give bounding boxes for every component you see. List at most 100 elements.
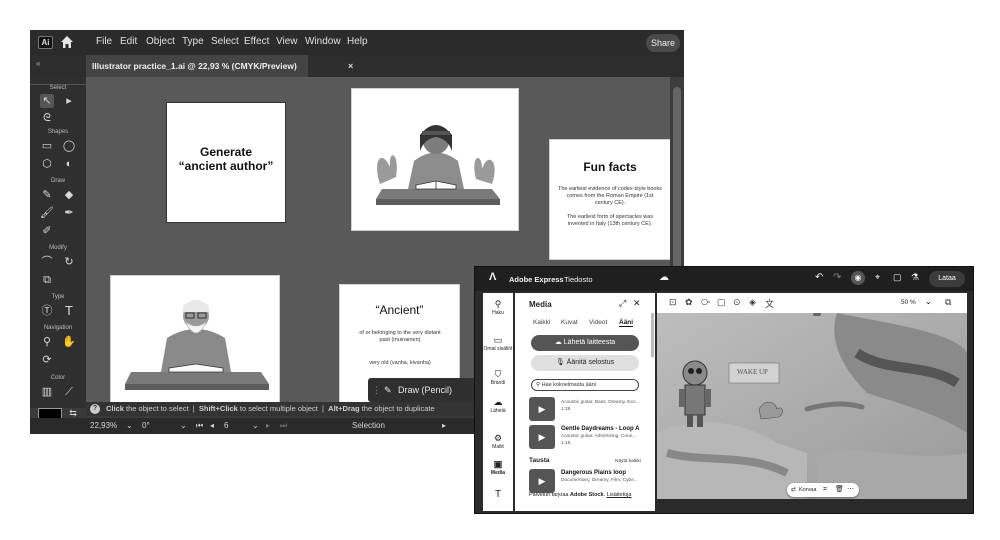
- zoom-level[interactable]: 50 %: [901, 299, 916, 306]
- camera-icon[interactable]: ⊙: [733, 297, 741, 308]
- learn-more-link[interactable]: Lisätietoja: [607, 492, 632, 498]
- artboard-old-author-illustration[interactable]: [110, 275, 280, 408]
- close-icon[interactable]: ✕: [633, 298, 641, 309]
- tab-all[interactable]: Kaikki: [533, 319, 550, 326]
- zoom-level[interactable]: 22,93%: [90, 418, 117, 434]
- artboard-number[interactable]: 6: [224, 418, 228, 434]
- delete-icon[interactable]: 🗑: [835, 483, 844, 497]
- close-icon[interactable]: ×: [348, 55, 353, 77]
- eyedropper-tool-icon[interactable]: ⟋: [62, 385, 76, 399]
- lasso-tool-icon[interactable]: ᘓ: [40, 111, 54, 125]
- ellipse-tool-icon[interactable]: ◯: [62, 139, 76, 153]
- menu-edit[interactable]: Edit: [120, 36, 137, 47]
- curvature-tool-icon[interactable]: ✐: [40, 224, 54, 238]
- audio-item[interactable]: ▶ Acoustic guitar, Bass, Dreamy, Exo... …: [529, 397, 651, 423]
- rectangle-icon[interactable]: ▢: [717, 297, 726, 308]
- menu-select[interactable]: Select: [211, 36, 239, 47]
- artboard-author-illustration[interactable]: [351, 88, 519, 231]
- replace-button[interactable]: Korvaa: [799, 483, 816, 497]
- audio-item[interactable]: ▶ Gentle Daydreams - Loop A Acoustic gui…: [529, 425, 651, 451]
- menu-object[interactable]: Object: [146, 36, 175, 47]
- next-artboard-icon[interactable]: ▸: [266, 418, 270, 434]
- palette-icon[interactable]: ✿: [685, 297, 693, 308]
- audio-search-input[interactable]: ⚲ Hae kokoelmasta ääni: [531, 379, 639, 391]
- play-icon[interactable]: ▶: [529, 425, 555, 449]
- adobe-express-logo-icon[interactable]: Ʌ: [489, 271, 496, 283]
- rotate-tool-icon[interactable]: ↻: [62, 255, 76, 269]
- shape-builder-icon[interactable]: ◐: [62, 157, 76, 171]
- tab-images[interactable]: Kuvat: [561, 319, 578, 326]
- comment-icon[interactable]: ▢: [893, 272, 902, 283]
- replace-icon[interactable]: ⇄: [791, 483, 796, 497]
- collapse-icon[interactable]: «: [36, 59, 40, 68]
- download-button[interactable]: Lataa: [929, 271, 965, 287]
- blend-tool-icon[interactable]: ⧉: [40, 273, 54, 287]
- share-button[interactable]: Share: [646, 34, 680, 52]
- redo-icon[interactable]: ↷: [833, 272, 841, 283]
- menu-effect[interactable]: Effect: [244, 36, 269, 47]
- page-handle[interactable]: [813, 313, 821, 316]
- pen-tool-icon[interactable]: ✒: [62, 206, 76, 220]
- zoom-tool-icon[interactable]: ⚲: [40, 335, 54, 349]
- pencil-tool-icon[interactable]: ✎: [40, 188, 54, 202]
- rail-item-text[interactable]: T: [483, 489, 513, 500]
- menu-type[interactable]: Type: [182, 36, 204, 47]
- rail-item-my-content[interactable]: ▭ Omat sisällöt: [483, 335, 513, 352]
- draw-pencil-panel[interactable]: ⋮ ✎ Draw (Pencil): [368, 378, 476, 402]
- paintbrush-tool-icon[interactable]: 🖌: [40, 206, 54, 220]
- menu-view[interactable]: View: [276, 36, 298, 47]
- eraser-tool-icon[interactable]: ◆: [62, 188, 76, 202]
- type-tool-icon[interactable]: T: [62, 304, 76, 318]
- flask-icon[interactable]: ⚗: [911, 272, 919, 283]
- home-icon[interactable]: [60, 35, 74, 49]
- rail-item-brand[interactable]: ⛉ Brändi: [483, 369, 513, 386]
- expand-icon[interactable]: ⤢: [619, 298, 626, 309]
- tab-videos[interactable]: Videot: [589, 319, 607, 326]
- last-artboard-icon[interactable]: ⏭: [280, 418, 287, 434]
- menu-help[interactable]: Help: [347, 36, 368, 47]
- panel-scrollbar[interactable]: [651, 313, 654, 357]
- shapes-icon[interactable]: ⧂: [701, 297, 710, 308]
- first-artboard-icon[interactable]: ⏮: [196, 418, 203, 434]
- artboard-fun-facts[interactable]: Fun facts The earliest evidence of codex…: [549, 139, 670, 260]
- play-icon[interactable]: ▶: [529, 397, 555, 421]
- pages-icon[interactable]: ⧉: [945, 297, 951, 308]
- record-voiceover-button[interactable]: 🎙 Äänitä selostus: [531, 355, 639, 371]
- location-icon[interactable]: ⌖: [875, 272, 880, 283]
- rail-item-media[interactable]: ▣ Media: [483, 459, 513, 476]
- panel-grip-icon[interactable]: ⋮: [372, 378, 381, 402]
- status-arrow-icon[interactable]: ▸: [442, 418, 446, 434]
- type-on-path-icon[interactable]: Ⓣ: [40, 304, 54, 318]
- rail-item-search[interactable]: ⚲ Haku: [483, 299, 513, 316]
- artboard-generate[interactable]: Generate “ancient author”: [166, 102, 286, 223]
- frame-icon[interactable]: ⊡: [669, 297, 677, 308]
- help-icon[interactable]: ?: [90, 404, 100, 414]
- reshape-tool-icon[interactable]: ⌒: [40, 255, 54, 269]
- crop-icon[interactable]: ⌗: [823, 483, 827, 497]
- hand-tool-icon[interactable]: ✋: [62, 335, 76, 349]
- rotation-value[interactable]: 0°: [142, 418, 150, 434]
- translate-icon[interactable]: 文: [765, 297, 774, 310]
- upload-from-device-button[interactable]: ☁ Lähetä laitteesta: [531, 335, 639, 351]
- rotate-view-icon[interactable]: ⟳: [40, 353, 54, 367]
- tab-audio[interactable]: Ääni: [619, 319, 634, 327]
- rectangle-tool-icon[interactable]: ▭: [40, 139, 54, 153]
- undo-icon[interactable]: ↶: [815, 272, 823, 283]
- rail-item-upload[interactable]: ☁ Lähetä: [483, 397, 513, 414]
- polygon-tool-icon[interactable]: ⬡: [40, 157, 54, 171]
- zoom-dropdown-icon[interactable]: ⌄: [925, 297, 932, 306]
- more-icon[interactable]: ⋯: [847, 483, 854, 497]
- show-all-link[interactable]: Näytä kaikki: [615, 459, 641, 464]
- express-canvas[interactable]: WAKE UP ⇄ Korvaa ⌗ 🗑 ⋯: [657, 313, 967, 499]
- document-tab[interactable]: Illustrator practice_1.ai @ 22,93 % (CMY…: [86, 55, 353, 77]
- user-icon[interactable]: ◉: [851, 271, 865, 285]
- direct-selection-tool-icon[interactable]: ▸: [62, 94, 76, 108]
- menu-file[interactable]: File: [96, 36, 112, 47]
- file-menu[interactable]: Tiedosto: [564, 275, 593, 284]
- selection-tool-icon[interactable]: ↖: [40, 94, 54, 108]
- layers-icon[interactable]: ◈: [749, 297, 756, 308]
- gradient-tool-icon[interactable]: ▥: [40, 385, 54, 399]
- play-icon[interactable]: ▶: [529, 469, 555, 493]
- rotation-dropdown-icon[interactable]: ⌄: [180, 418, 187, 434]
- zoom-dropdown-icon[interactable]: ⌄: [126, 418, 133, 434]
